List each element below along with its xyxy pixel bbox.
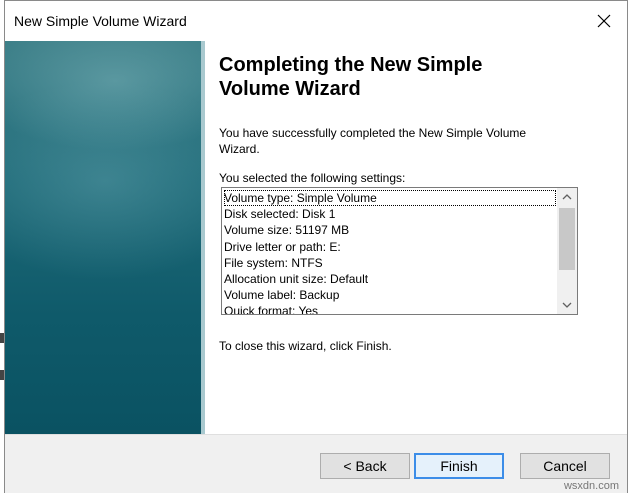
success-message: You have successfully completed the New … [219,125,579,157]
finish-button[interactable]: Finish [414,453,504,479]
settings-list-item: Quick format: Yes [224,304,319,315]
settings-list-item: Disk selected: Disk 1 [224,207,336,222]
scroll-down-button[interactable] [557,296,577,314]
settings-list-item: Volume type: Simple Volume [224,190,556,207]
settings-list-item: Drive letter or path: E: [224,239,341,254]
close-icon [597,14,611,28]
scroll-thumb[interactable] [559,208,575,270]
cancel-button[interactable]: Cancel [520,453,610,479]
scroll-up-button[interactable] [557,188,577,206]
settings-list: Volume type: Simple Volume Disk selected:… [224,190,556,315]
title-bar: New Simple Volume Wizard [5,1,627,41]
wizard-content: Completing the New Simple Volume Wizard … [219,41,619,434]
watermark: wsxdn.com [563,480,619,492]
back-button[interactable]: < Back [320,453,410,479]
page-title: Completing the New Simple Volume Wizard [219,53,579,101]
close-button[interactable] [589,8,619,34]
wizard-banner-image [5,41,205,434]
settings-summary-box[interactable]: Volume type: Simple Volume Disk selected:… [221,187,578,315]
window-title: New Simple Volume Wizard [14,13,187,29]
chevron-down-icon [562,302,572,308]
settings-list-item: Allocation unit size: Default [224,272,369,287]
success-message-line: You have successfully completed the New … [219,126,527,140]
success-message-line: Wizard. [219,142,260,156]
settings-list-item: File system: NTFS [224,255,323,270]
settings-label: You selected the following settings: [219,171,406,185]
settings-list-item: Volume size: 51197 MB [224,223,350,238]
page-title-line: Volume Wizard [219,78,361,100]
close-instructions: To close this wizard, click Finish. [219,339,392,353]
wizard-window: New Simple Volume Wizard Completing the … [4,0,628,493]
chevron-up-icon [562,194,572,200]
settings-list-item: Volume label: Backup [224,288,340,303]
page-title-line: Completing the New Simple [219,54,483,76]
button-bar: < Back Finish Cancel [5,434,627,493]
vertical-scrollbar[interactable] [557,188,577,314]
